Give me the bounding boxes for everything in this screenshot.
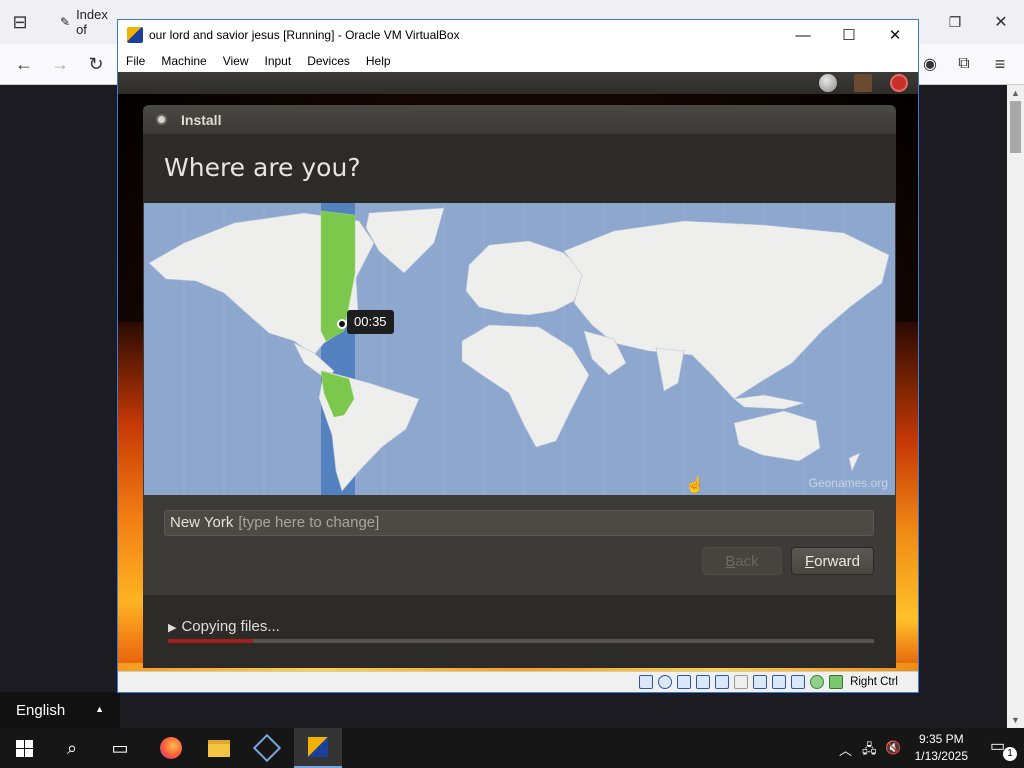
audio-icon[interactable] <box>677 675 692 689</box>
location-pin <box>337 319 347 329</box>
world-map-graphic <box>148 203 890 495</box>
progress-text: Copying files... <box>181 618 280 635</box>
task-view-icon[interactable]: ▭ <box>96 728 144 768</box>
installer-footer: ▶ Copying files... <box>143 595 896 668</box>
page-scrollbar[interactable]: ▲ ▼ <box>1007 85 1024 728</box>
notification-count: 1 <box>1003 747 1017 761</box>
mouse-integration-icon[interactable] <box>829 675 844 689</box>
scrollbar-thumb[interactable] <box>1010 101 1021 153</box>
cpu-icon[interactable] <box>810 675 825 689</box>
display-icon[interactable] <box>753 675 768 689</box>
network-icon[interactable] <box>819 74 837 92</box>
menu-icon[interactable]: ≡ <box>986 50 1014 78</box>
reload-icon[interactable]: ↻ <box>82 50 110 78</box>
clock-time: 9:35 PM <box>918 732 964 746</box>
restore-icon[interactable]: ❐ <box>941 8 969 36</box>
minimize-button[interactable]: — <box>780 20 826 50</box>
taskbar: ⌕ ▭ ︿ 🖧 🔇 9:35 PM 1/13/2025 ▭ 1 <box>0 728 1024 768</box>
usb-icon[interactable] <box>715 675 730 689</box>
installer-window: Install Where are you? 00:35 Geonames.or… <box>143 105 896 668</box>
menu-file[interactable]: File <box>118 54 153 68</box>
hard-disk-icon[interactable] <box>639 675 654 689</box>
browser-tab[interactable]: ✎ Index of <box>46 6 116 38</box>
system-clock[interactable]: 9:35 PM 1/13/2025 <box>915 731 968 765</box>
virtualbox-window: our lord and savior jesus [Running] - Or… <box>117 19 919 693</box>
shared-folders-icon[interactable] <box>734 675 749 689</box>
virtualbox-app-icon <box>127 27 143 43</box>
scroll-up-icon[interactable]: ▲ <box>1007 88 1024 98</box>
title-bar[interactable]: our lord and savior jesus [Running] - Or… <box>118 20 918 50</box>
hand-cursor-icon: ☝ <box>685 477 705 494</box>
installer-header: Where are you? <box>143 134 896 203</box>
chevron-up-icon[interactable]: ︿ <box>839 740 852 759</box>
maximize-button[interactable]: ☐ <box>826 20 872 50</box>
back-button[interactable]: Back <box>702 547 782 575</box>
notification-icon[interactable]: ▭ 1 <box>990 736 1017 761</box>
timezone-map[interactable]: 00:35 Geonames.org ☝ <box>144 203 895 495</box>
power-icon[interactable] <box>890 74 908 92</box>
vbox-status-bar: Right Ctrl <box>118 671 918 692</box>
caret-up-icon: ▲ <box>95 704 104 714</box>
timezone-time-label: 00:35 <box>347 310 394 334</box>
pen-icon: ✎ <box>60 15 71 29</box>
forward-arrow-icon[interactable]: → <box>46 50 74 78</box>
recording-icon[interactable] <box>772 675 787 689</box>
clock-date: 1/13/2025 <box>914 749 968 763</box>
location-placeholder: [type here to change] <box>238 514 380 531</box>
close-icon[interactable]: ✕ <box>987 8 1015 36</box>
expander-arrow-icon: ▶ <box>168 622 177 634</box>
forward-button[interactable]: Forward <box>791 547 874 575</box>
location-input[interactable]: New York [type here to change] <box>164 510 874 536</box>
volume-muted-icon[interactable]: 🔇 <box>885 740 901 756</box>
browser-tab-label: Index of <box>76 7 108 37</box>
installer-close-icon[interactable] <box>156 114 167 125</box>
location-value: New York <box>170 514 234 531</box>
installer-body: New York [type here to change] Back Forwa… <box>143 495 896 595</box>
wallpaper-fire <box>118 322 146 671</box>
virtualbox-icon[interactable] <box>243 728 291 768</box>
host-key-label: Right Ctrl <box>850 676 898 688</box>
menu-view[interactable]: View <box>215 54 257 68</box>
firefox-icon[interactable] <box>147 728 195 768</box>
tab-list-icon[interactable]: ⊟ <box>6 8 34 36</box>
menu-devices[interactable]: Devices <box>299 54 358 68</box>
progress-bar <box>168 639 874 643</box>
file-explorer-icon[interactable] <box>195 728 243 768</box>
progress-expander[interactable]: ▶ Copying files... <box>168 618 280 635</box>
menu-bar: File Machine View Input Devices Help <box>118 50 918 72</box>
map-attribution: Geonames.org <box>808 476 888 490</box>
language-label: English <box>16 701 66 719</box>
window-title: our lord and savior jesus [Running] - Or… <box>149 28 460 42</box>
installer-title: Install <box>181 111 222 128</box>
language-selector[interactable]: English ▲ <box>0 692 120 728</box>
close-button[interactable]: ✕ <box>872 20 918 50</box>
network-status-icon[interactable]: 🖧 <box>862 740 877 762</box>
keyboard-icon[interactable] <box>854 74 872 92</box>
search-icon[interactable]: ⌕ <box>48 728 96 768</box>
virtualbox-vm-icon[interactable] <box>294 728 342 768</box>
extensions-icon[interactable]: ⧉ <box>950 50 978 78</box>
ubuntu-top-panel <box>118 72 918 94</box>
virtualization-icon[interactable] <box>791 675 806 689</box>
progress-fill <box>168 639 253 643</box>
menu-input[interactable]: Input <box>257 54 300 68</box>
menu-machine[interactable]: Machine <box>153 54 214 68</box>
installer-title-bar: Install <box>143 105 896 134</box>
vm-display[interactable]: Install Where are you? 00:35 Geonames.or… <box>118 72 918 671</box>
network-adapter-icon[interactable] <box>696 675 711 689</box>
windows-start-icon[interactable] <box>0 728 48 768</box>
account-icon[interactable]: ◉ <box>916 50 944 78</box>
scroll-down-icon[interactable]: ▼ <box>1007 715 1024 725</box>
menu-help[interactable]: Help <box>358 54 399 68</box>
page-title: Where are you? <box>164 153 361 182</box>
optical-drive-icon[interactable] <box>658 675 673 689</box>
back-arrow-icon[interactable]: ← <box>10 50 38 78</box>
